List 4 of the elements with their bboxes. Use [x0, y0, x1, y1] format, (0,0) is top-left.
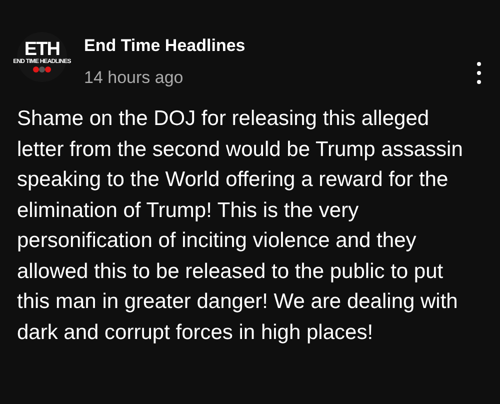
author-name[interactable]: End Time Headlines — [84, 34, 246, 58]
post-time: 14 hours ago — [84, 67, 184, 89]
post-body: Shame on the DOJ for releasing this alleged letter from the second would be Trump assassin speaking to the World offering a reward for the elimination of Trump! This is the very personification of inciting violence and they allowed this to be released to the public to put this man in greater danger! We are dealing with dark and corrupt forces in high places! — [17, 106, 464, 346]
logo-text: ETH — [24, 41, 60, 59]
